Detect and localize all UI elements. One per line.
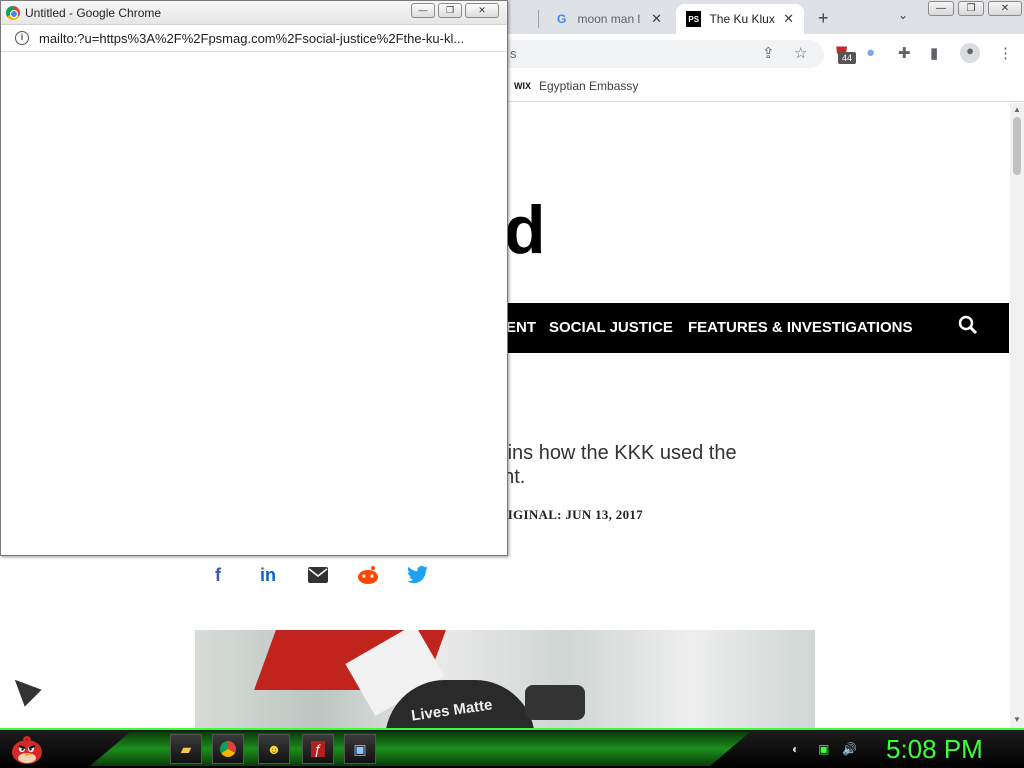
popup-titlebar[interactable]: Untitled - Google Chrome — ❐ ✕: [1, 1, 507, 25]
article-subtitle: lains how the KKK used the ght.: [492, 441, 737, 489]
psmag-icon: PS: [686, 11, 702, 27]
tray-volume-icon[interactable]: 🔊: [842, 742, 857, 756]
taskbar-flash-button[interactable]: ƒ: [302, 734, 334, 764]
popup-window-controls: — ❐ ✕: [411, 3, 502, 18]
taskbar-explorer-button[interactable]: ▰: [170, 734, 202, 764]
tab-ku-klux[interactable]: PS The Ku Klux ✕: [676, 4, 804, 34]
tab-separator: [538, 10, 539, 28]
tray-network-icon[interactable]: ◐: [792, 742, 799, 756]
subtitle-line: lains how the KKK used the: [492, 442, 737, 464]
info-icon[interactable]: i: [15, 31, 29, 45]
taskbar-chrome-button[interactable]: [212, 734, 244, 764]
bookmark-egyptian-embassy[interactable]: WIX Egyptian Embassy: [514, 79, 638, 93]
close-window-button[interactable]: ✕: [465, 3, 499, 18]
hero-shape: [525, 685, 585, 720]
scroll-thumb[interactable]: [1013, 117, 1021, 175]
new-tab-button[interactable]: +: [818, 8, 829, 29]
nav-item-entertainment[interactable]: ENT: [506, 319, 536, 336]
desktop: G moon man l ✕ PS The Ku Klux ✕ + ⌄ — ❐ …: [0, 0, 1024, 768]
twitter-icon[interactable]: [406, 563, 430, 587]
taskbar-messenger-button[interactable]: ☻: [258, 734, 290, 764]
scroll-down-icon[interactable]: ▼: [1013, 715, 1021, 724]
nav-item-social-justice[interactable]: SOCIAL JUSTICE: [549, 319, 673, 336]
taskbar: ▰ ☻ ƒ ▣ ◐ ▣ 🔊 5:08 PM: [0, 728, 1024, 768]
hero-image: Lives Matte: [195, 630, 815, 728]
facebook-icon[interactable]: f: [206, 563, 230, 587]
share-bar: f in: [206, 563, 430, 587]
nav-item-features[interactable]: FEATURES & INVESTIGATIONS: [688, 319, 912, 336]
profile-avatar-icon[interactable]: ●: [960, 43, 980, 63]
folder-icon: ▰: [180, 740, 192, 757]
minimize-button[interactable]: —: [928, 1, 954, 16]
page-scrollbar[interactable]: ▲ ▼: [1010, 103, 1024, 728]
tab-title: The Ku Klux: [709, 12, 775, 26]
wix-icon: WIX: [514, 81, 531, 91]
popup-url-bar[interactable]: i mailto:?u=https%3A%2F%2Fpsmag.com%2Fso…: [1, 25, 507, 52]
taskbar-clock[interactable]: 5:08 PM: [886, 734, 983, 765]
window-icon: ▣: [353, 740, 367, 757]
scroll-up-icon[interactable]: ▲: [1013, 105, 1021, 114]
flash-icon: ƒ: [311, 741, 325, 757]
minimize-button[interactable]: —: [411, 3, 435, 18]
linkedin-icon[interactable]: in: [256, 563, 280, 587]
menu-kebab-icon[interactable]: ⋮: [998, 44, 1013, 62]
bookmark-label: Egyptian Embassy: [539, 79, 639, 93]
restore-button[interactable]: ❐: [438, 3, 462, 18]
search-icon[interactable]: [958, 315, 978, 335]
tray-monitor-icon[interactable]: ▣: [818, 742, 829, 756]
close-window-button[interactable]: ✕: [988, 1, 1022, 16]
side-panel-icon[interactable]: ▮: [930, 44, 938, 62]
bookmark-star-icon[interactable]: ☆: [794, 44, 807, 62]
subtitle-line: ght.: [492, 466, 526, 488]
start-button-angry-bird-icon[interactable]: [10, 733, 44, 765]
restore-button[interactable]: ❐: [958, 1, 984, 16]
popup-title: Untitled - Google Chrome: [25, 6, 162, 20]
close-icon[interactable]: ✕: [651, 11, 662, 27]
email-icon[interactable]: [306, 563, 330, 587]
reddit-icon[interactable]: [356, 563, 380, 587]
chrome-icon: [6, 6, 20, 20]
smiley-icon: ☻: [266, 741, 282, 757]
google-icon: G: [557, 12, 567, 26]
extension-flag-icon[interactable]: ●: [866, 44, 875, 61]
share-icon[interactable]: ⇪: [762, 44, 775, 62]
site-logo[interactable]: d: [504, 191, 546, 269]
extension-badge: 44: [838, 52, 856, 64]
popup-url: mailto:?u=https%3A%2F%2Fpsmag.com%2Fsoci…: [39, 31, 465, 46]
taskbar-window-button[interactable]: ▣: [344, 734, 376, 764]
close-icon[interactable]: ✕: [783, 11, 794, 27]
tab-title: moon man l: [577, 12, 641, 26]
tab-moon-man[interactable]: G moon man l ✕: [544, 4, 672, 34]
article-date: RIGINAL: JUN 13, 2017: [498, 507, 643, 522]
address-bar[interactable]: s: [508, 40, 824, 68]
tab-search-chevron-icon[interactable]: ⌄: [898, 8, 908, 22]
window-controls: — ❐ ✕: [928, 1, 1024, 16]
popup-window: Untitled - Google Chrome — ❐ ✕ i mailto:…: [0, 0, 508, 556]
extensions-puzzle-icon[interactable]: ✚: [898, 44, 911, 62]
chrome-icon: [220, 741, 236, 757]
